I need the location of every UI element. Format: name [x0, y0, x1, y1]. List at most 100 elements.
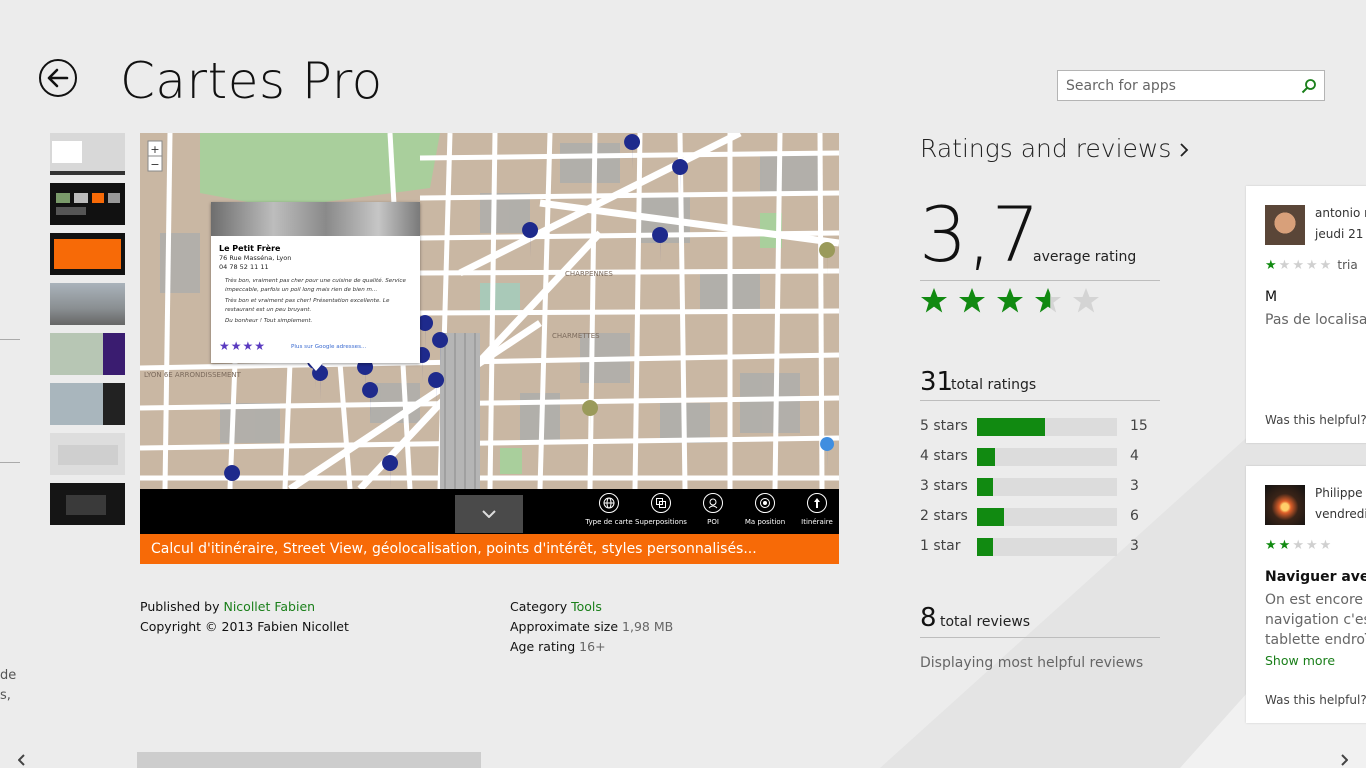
thumbnail-4[interactable]	[50, 283, 125, 325]
thumbnail-1[interactable]	[50, 133, 125, 175]
thumbnail-8[interactable]	[50, 483, 125, 525]
was-helpful-link[interactable]: Was this helpful?	[1265, 693, 1366, 707]
poi-address: 76 Rue Masséna, Lyon	[219, 254, 292, 262]
toolbar-map-type[interactable]: Type de carte	[583, 493, 635, 526]
review-card[interactable]: antonio m jeudi 21 f ★★★★★ tria M Pas de…	[1246, 186, 1366, 443]
thumbnail-3[interactable]	[50, 233, 125, 275]
histogram-row: 1 star 3	[920, 537, 1160, 557]
histogram-bar	[977, 478, 993, 496]
back-button[interactable]	[39, 59, 77, 97]
thumbnail-5[interactable]	[50, 333, 125, 375]
scroll-left-button[interactable]	[14, 752, 30, 768]
histogram-track	[977, 538, 1117, 556]
left-edge-divider	[0, 462, 20, 463]
toolbar-label: Ma position	[744, 518, 786, 526]
screenshot-caption: Calcul d'itinéraire, Street View, géoloc…	[140, 534, 839, 564]
histogram-row: 4 stars 4	[920, 447, 1160, 467]
histogram-track	[977, 448, 1117, 466]
zoom-controls[interactable]: + −	[147, 140, 163, 172]
histogram-count: 4	[1130, 448, 1139, 464]
star-icon: ★	[1319, 538, 1332, 553]
histogram-label: 5 stars	[920, 418, 968, 434]
review-body-line: On est encore l	[1265, 592, 1366, 608]
histogram-row: 2 stars 6	[920, 507, 1160, 527]
horizontal-scrollbar[interactable]	[0, 750, 1366, 768]
size-label: Approximate size	[510, 619, 619, 634]
zoom-in-button[interactable]: +	[150, 143, 159, 156]
app-bar-toggle[interactable]	[455, 495, 523, 533]
toolbar-directions[interactable]: Itinéraire	[791, 493, 839, 526]
map-app-bar: Type de carte Superpositions POI Ma posi…	[140, 489, 839, 534]
review-stars: ★ ★ ★ ★ ★	[1265, 538, 1333, 553]
star-icon: ★	[1278, 538, 1291, 553]
total-ratings-count: 31	[920, 367, 954, 397]
poi-name: Le Petit Frère	[219, 244, 281, 253]
poi-popup[interactable]: Le Petit Frère 76 Rue Masséna, Lyon 04 7…	[211, 202, 420, 371]
scroll-right-button[interactable]	[1336, 752, 1352, 768]
average-rating-label: average rating	[1033, 249, 1137, 265]
thumbnail-7[interactable]	[50, 433, 125, 475]
star-icon: ★	[1278, 258, 1291, 273]
app-screenshot[interactable]: + − CHARPENNES CHARMETTES LYON 6E ARROND…	[140, 133, 839, 564]
total-reviews-count: 8	[920, 603, 937, 633]
reviewer-name: Philippe L	[1315, 486, 1366, 500]
search-icon	[1301, 78, 1316, 93]
ratings-title: Ratings and reviews	[920, 134, 1172, 163]
thumbnail-2[interactable]	[50, 183, 125, 225]
category-link[interactable]: Tools	[571, 599, 602, 614]
zoom-out-button[interactable]: −	[150, 158, 159, 171]
histogram-count: 3	[1130, 538, 1139, 554]
publisher-link[interactable]: Nicollet Fabien	[223, 599, 315, 614]
reviewer-name: antonio m	[1315, 206, 1366, 220]
review-title: M	[1265, 289, 1278, 305]
poi-review: Du bonheur ! Tout simplement.	[225, 318, 313, 324]
star-icon	[921, 288, 947, 313]
histogram-label: 2 stars	[920, 508, 968, 524]
left-edge-text: s,	[0, 688, 11, 703]
toolbar-overlays[interactable]: Superpositions	[635, 493, 687, 526]
star-icon	[997, 288, 1023, 313]
histogram-bar	[977, 418, 1045, 436]
published-by-label: Published by	[140, 599, 220, 614]
thumbnail-6[interactable]	[50, 383, 125, 425]
star-icon: ★	[1292, 258, 1304, 273]
review-body: On est encore l navigation c'est tablett…	[1265, 590, 1366, 650]
age-label: Age rating	[510, 639, 576, 654]
toolbar-label: Superpositions	[635, 518, 687, 526]
globe-icon	[603, 497, 615, 509]
histogram-count: 15	[1130, 418, 1148, 434]
search-box	[1057, 70, 1325, 101]
histogram-label: 3 stars	[920, 478, 968, 494]
app-title: Cartes Pro	[120, 52, 383, 110]
was-helpful-link[interactable]: Was this helpful?	[1265, 413, 1366, 427]
show-more-link[interactable]: Show more	[1265, 653, 1335, 668]
star-icon: ★	[1292, 538, 1304, 553]
histogram-label: 4 stars	[920, 448, 968, 464]
average-rating-value: 3,7	[919, 190, 1040, 279]
review-body: Pas de localisat	[1265, 310, 1366, 330]
star-icon	[1073, 288, 1099, 313]
left-edge-text: de	[0, 668, 17, 683]
chevron-right-icon	[1341, 754, 1348, 766]
star-icon: ★	[1305, 538, 1318, 553]
toolbar-label: Itinéraire	[801, 518, 833, 526]
toolbar-poi[interactable]: POI	[687, 493, 739, 526]
average-stars	[920, 287, 1100, 314]
poi-more-link[interactable]: Plus sur Google adresses...	[291, 344, 366, 350]
histogram-track	[977, 478, 1117, 496]
map-view[interactable]: + − CHARPENNES CHARMETTES LYON 6E ARROND…	[140, 133, 839, 489]
search-button[interactable]	[1294, 72, 1324, 100]
histogram-bar	[977, 538, 993, 556]
review-card[interactable]: Philippe L vendredi ★★★★★ Naviguer avec …	[1246, 466, 1366, 723]
histogram-track	[977, 508, 1117, 526]
star-icon: ★	[1265, 538, 1277, 553]
scrollbar-thumb[interactable]	[137, 752, 481, 768]
toolbar-my-position[interactable]: Ma position	[739, 493, 791, 526]
review-title: Naviguer avec c	[1265, 569, 1366, 585]
divider	[920, 637, 1160, 638]
poi-stars: ★★★★	[219, 339, 267, 353]
ratings-and-reviews-link[interactable]: Ratings and reviews	[920, 134, 1189, 163]
popup-pointer	[309, 363, 323, 371]
histogram-bar	[977, 508, 1004, 526]
search-input[interactable]	[1058, 72, 1294, 99]
